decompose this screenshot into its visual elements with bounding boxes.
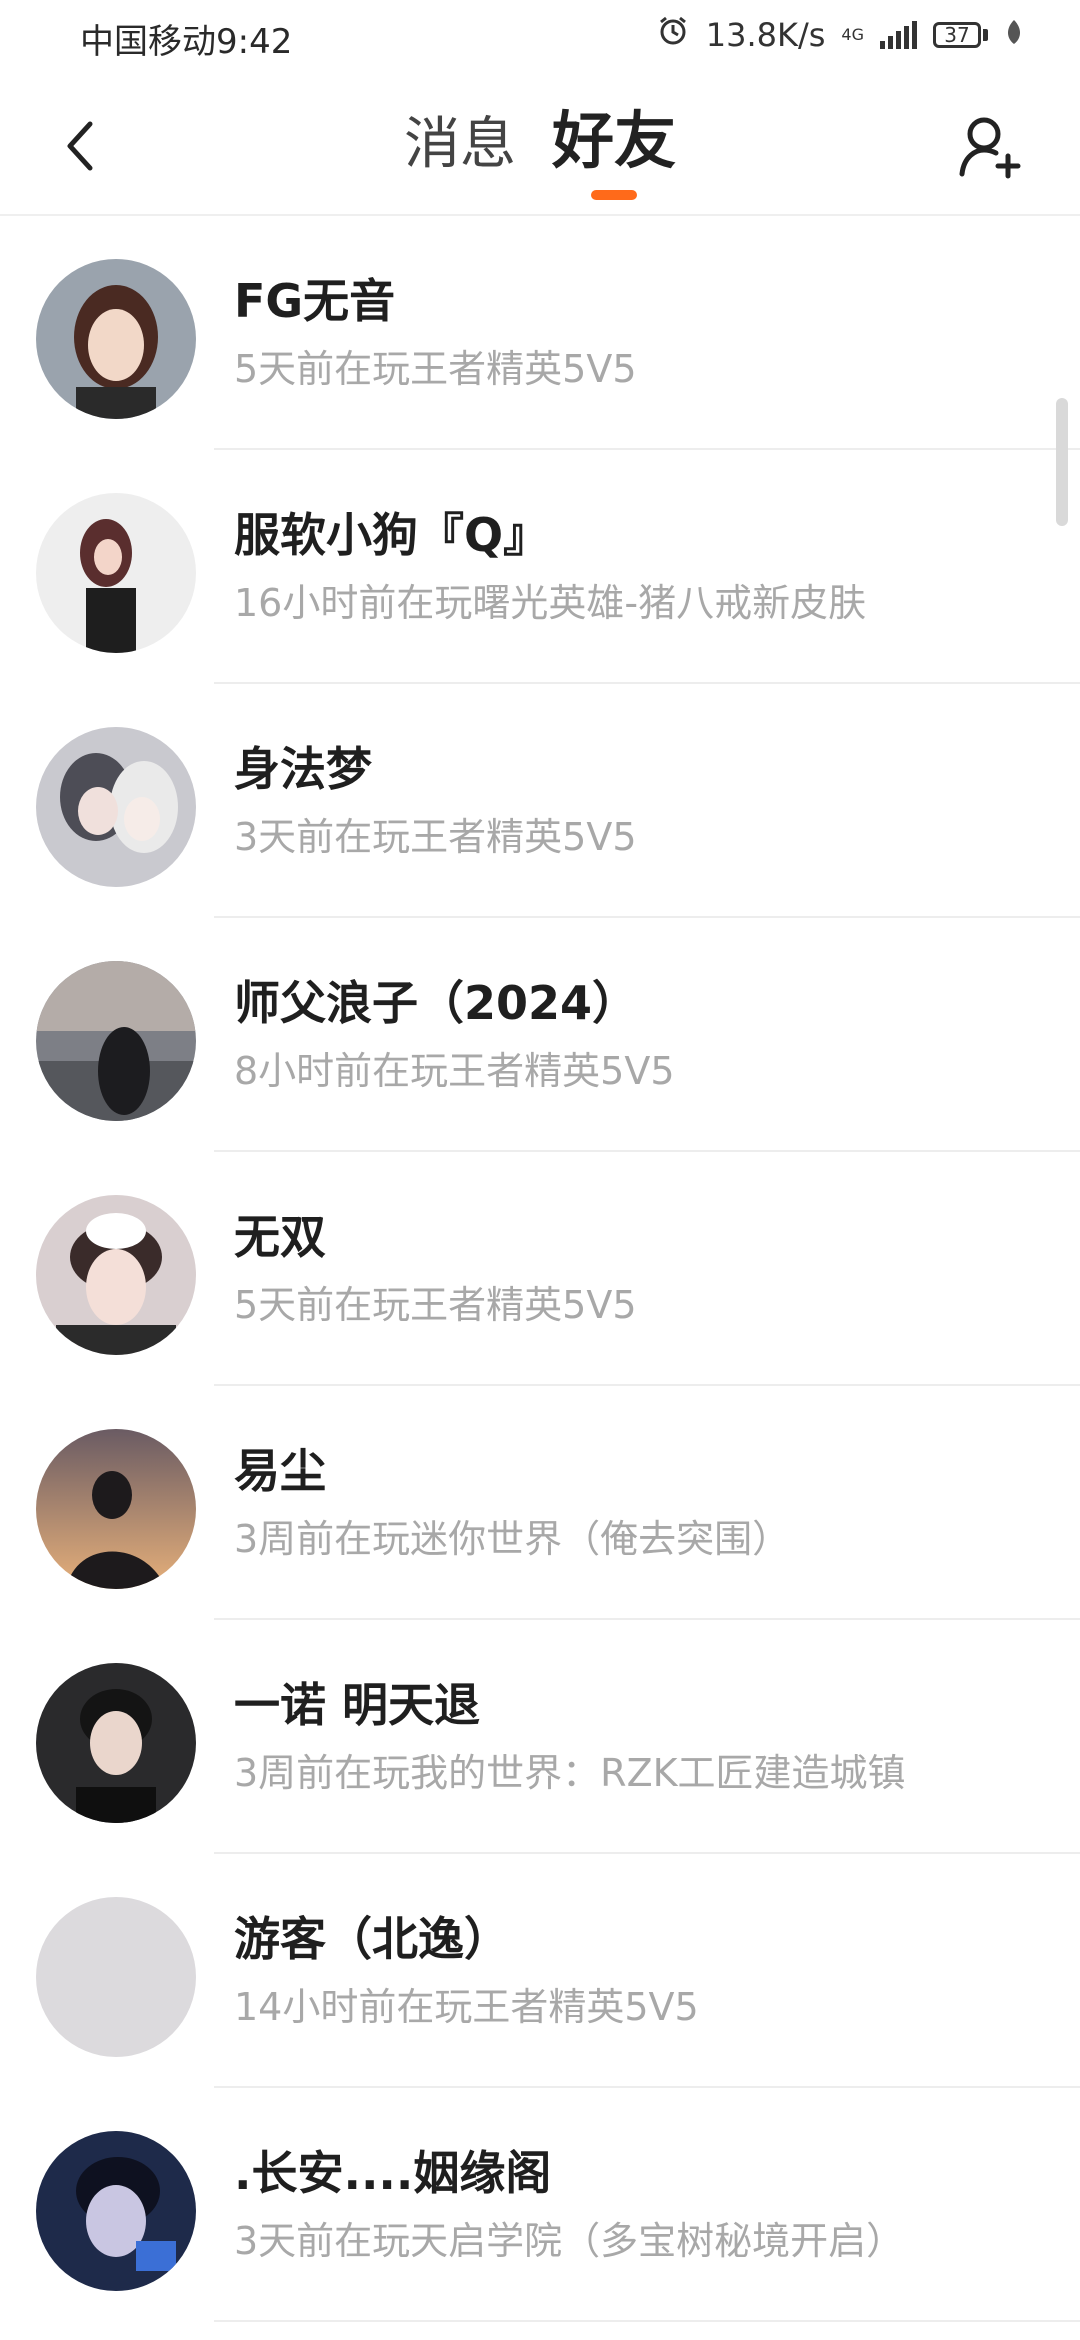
tab-friends[interactable]: 好友 (551, 104, 676, 201)
avatar (36, 493, 196, 653)
friend-row[interactable]: 一诺 明天退 3周前在玩我的世界：RZK工匠建造城镇 (0, 1620, 1080, 1854)
friend-row[interactable]: 身法梦 3天前在玩王者精英5V5 (0, 684, 1080, 918)
avatar (36, 2131, 196, 2291)
avatar (36, 961, 196, 1121)
status-bar: 中国移动9:42 13.8K/s 4G 37 (0, 0, 1080, 78)
friend-activity: 16小时前在玩曙光英雄-猪八戒新皮肤 (234, 581, 867, 626)
avatar (36, 259, 196, 419)
friend-row[interactable]: 游客（北逸） 14小时前在玩王者精英5V5 (0, 1854, 1080, 2088)
leaf-icon (1004, 16, 1024, 54)
battery-icon: 37 (933, 22, 988, 48)
status-icons: 13.8K/s 4G 37 (656, 14, 1024, 56)
carrier-time: 中国移动9:42 (80, 22, 293, 62)
friend-list: FG无音 5天前在玩王者精英5V5 服软小狗『Q』 16小时前在玩曙光英雄-猪八… (0, 216, 1080, 2322)
signal-icon (880, 21, 917, 49)
friend-activity: 3周前在玩迷你世界（俺去突围） (234, 1517, 791, 1562)
tab-friends-label: 好友 (551, 104, 676, 177)
friend-row[interactable]: FG无音 5天前在玩王者精英5V5 (0, 216, 1080, 450)
top-nav-bar: 消息 好友 (0, 78, 1080, 216)
friend-row[interactable]: 服软小狗『Q』 16小时前在玩曙光英雄-猪八戒新皮肤 (0, 450, 1080, 684)
add-friend-button[interactable] (946, 102, 1036, 192)
friend-activity: 3天前在玩天启学院（多宝树秘境开启） (234, 2219, 905, 2264)
scrollbar[interactable] (1056, 398, 1068, 526)
friend-name: 易尘 (234, 1444, 326, 1498)
friend-name: 师父浪子（2024） (234, 976, 639, 1030)
friend-name: 无双 (234, 1210, 326, 1264)
network-speed: 13.8K/s (705, 16, 826, 54)
active-tab-indicator (590, 190, 637, 201)
friend-activity: 3周前在玩我的世界：RZK工匠建造城镇 (234, 1751, 906, 1796)
friend-row[interactable]: .长安....姻缘阁 3天前在玩天启学院（多宝树秘境开启） (0, 2088, 1080, 2322)
avatar (36, 1663, 196, 1823)
friend-name: .长安....姻缘阁 (234, 2146, 552, 2200)
friend-name: 游客（北逸） (234, 1912, 510, 1966)
add-user-icon (959, 117, 1021, 179)
friend-name: FG无音 (234, 274, 396, 328)
friend-activity: 5天前在玩王者精英5V5 (234, 1283, 637, 1328)
friend-activity: 8小时前在玩王者精英5V5 (234, 1049, 675, 1094)
divider (214, 2320, 1080, 2322)
avatar (36, 727, 196, 887)
friend-row[interactable]: 师父浪子（2024） 8小时前在玩王者精英5V5 (0, 918, 1080, 1152)
friend-activity: 5天前在玩王者精英5V5 (234, 347, 637, 392)
friend-name: 身法梦 (234, 742, 372, 796)
friend-row[interactable]: 无双 5天前在玩王者精英5V5 (0, 1152, 1080, 1386)
friend-name: 一诺 明天退 (234, 1678, 481, 1732)
friend-activity: 14小时前在玩王者精英5V5 (234, 1985, 699, 2030)
friend-activity: 3天前在玩王者精英5V5 (234, 815, 637, 860)
avatar (36, 1429, 196, 1589)
avatar (36, 1195, 196, 1355)
friend-row[interactable]: 易尘 3周前在玩迷你世界（俺去突围） (0, 1386, 1080, 1620)
alarm-icon (656, 14, 690, 56)
tab-bar: 消息 好友 (0, 104, 1080, 201)
network-type: 4G (841, 25, 864, 44)
friend-name: 服软小狗『Q』 (234, 508, 550, 562)
battery-level: 37 (933, 22, 981, 48)
avatar (36, 1897, 196, 2057)
tab-messages[interactable]: 消息 (404, 111, 516, 178)
